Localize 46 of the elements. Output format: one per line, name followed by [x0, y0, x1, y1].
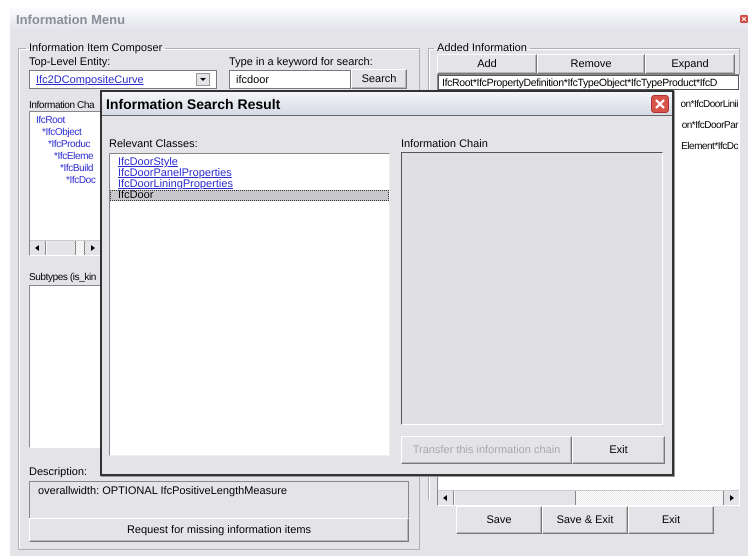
- scroll-left-icon[interactable]: [30, 241, 46, 255]
- exit-button[interactable]: Exit: [628, 506, 714, 534]
- horizontal-scrollbar[interactable]: [30, 240, 100, 255]
- scroll-thumb[interactable]: [454, 491, 576, 505]
- list-item[interactable]: IfcDoor: [110, 190, 389, 201]
- list-item[interactable]: IfcDoorPanelProperties: [110, 168, 389, 179]
- close-icon[interactable]: [651, 94, 669, 112]
- window-title: Information Menu: [16, 12, 126, 26]
- entity-dropdown[interactable]: Ifc2DCompositeCurve: [29, 70, 217, 89]
- list-item[interactable]: IfcDoorLiningProperties: [110, 179, 389, 190]
- group-title: Information Item Composer: [28, 42, 164, 54]
- field-label: Information Chain: [401, 138, 489, 150]
- list-item[interactable]: IfcRoot*IfcPropertyDefinition*IfcTypeObject*IfcTypeProduct*IfcD: [438, 75, 739, 90]
- tree-item[interactable]: *IfcEleme: [54, 151, 94, 162]
- scroll-left-icon[interactable]: [438, 491, 454, 505]
- tree-item[interactable]: *IfcBuild: [60, 163, 94, 174]
- field-label: Relevant Classes:: [109, 138, 199, 150]
- field-label: Subtypes (is_kin: [29, 272, 96, 283]
- search-button[interactable]: Search: [351, 69, 407, 89]
- field-label: Type in a keyword for search:: [229, 56, 373, 70]
- save-button[interactable]: Save: [456, 506, 542, 534]
- exit-button[interactable]: Exit: [572, 436, 665, 464]
- remove-button[interactable]: Remove: [537, 54, 645, 74]
- field-label: Information Cha: [29, 100, 94, 111]
- tree-item[interactable]: IfcRoot: [36, 115, 65, 126]
- tree-item[interactable]: *IfcProduc: [48, 139, 90, 150]
- request-button[interactable]: Request for missing information items: [29, 518, 409, 542]
- save-exit-button[interactable]: Save & Exit: [542, 506, 628, 534]
- description-text: overallwidth: OPTIONAL IfcPositiveLengthMeasure: [38, 485, 288, 497]
- field-label: Description:: [29, 466, 88, 478]
- tree-item[interactable]: *IfcDoc: [66, 175, 96, 186]
- scroll-right-icon[interactable]: [84, 241, 100, 255]
- group-title: Added Information: [436, 42, 528, 54]
- list-item[interactable]: on*IfcDoorPar: [680, 119, 739, 132]
- list-item[interactable]: on*IfcDoorLinii: [679, 98, 739, 111]
- expand-button[interactable]: Expand: [645, 54, 735, 74]
- scroll-right-icon[interactable]: [723, 491, 739, 505]
- list-item[interactable]: IfcDoorStyle: [110, 157, 389, 168]
- field-label: Top-Level Entity:: [29, 56, 112, 70]
- horizontal-scrollbar[interactable]: [438, 490, 739, 505]
- dialog-title: Information Search Result: [106, 96, 280, 112]
- keyword-field[interactable]: ifcdoor: [229, 70, 351, 89]
- scroll-thumb[interactable]: [46, 241, 76, 255]
- list-item[interactable]: Element*IfcDc: [680, 140, 739, 153]
- tree-item[interactable]: *IfcObject: [42, 127, 82, 138]
- add-button[interactable]: Add: [437, 54, 537, 74]
